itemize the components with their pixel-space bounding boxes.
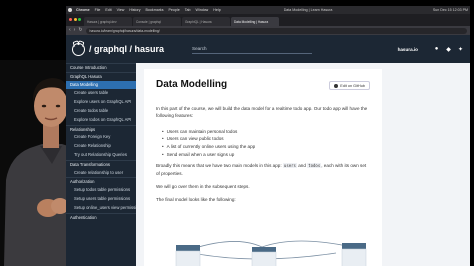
features-list: Users can maintain personal todos Users … bbox=[162, 128, 370, 158]
sidebar-item-try-relationship-queries[interactable]: Try out Relationship Queries bbox=[66, 151, 136, 160]
reload-icon[interactable]: ↻ bbox=[78, 28, 82, 33]
sidebar-item-online-users-permissions[interactable]: Setup online_users view permissions bbox=[66, 204, 136, 213]
sidebar-item-authentication[interactable]: Authentication bbox=[66, 212, 136, 222]
edit-on-github-label: Edit on GitHub bbox=[340, 83, 365, 88]
models-paragraph: Broadly this means that we have two main… bbox=[156, 162, 370, 177]
main-content: Data Modelling Edit on GitHub In this pa… bbox=[136, 63, 470, 266]
models-text-and: and bbox=[298, 163, 306, 169]
sidebar-item-create-users-table[interactable]: Create users table bbox=[66, 89, 136, 98]
apple-icon[interactable] bbox=[68, 8, 72, 12]
menu-view[interactable]: View bbox=[117, 8, 125, 12]
github-icon[interactable]: ● bbox=[433, 46, 440, 53]
forward-icon[interactable]: › bbox=[74, 28, 76, 33]
list-item: Send email when a user signs up bbox=[162, 151, 370, 159]
sidebar-item-create-todos-table[interactable]: Create todos table bbox=[66, 107, 136, 116]
sidebar-item-explore-todos[interactable]: Explore todos on GraphQL API bbox=[66, 116, 136, 125]
discord-icon[interactable]: ◆ bbox=[445, 46, 452, 53]
menu-app[interactable]: Chrome bbox=[76, 8, 90, 12]
menu-history[interactable]: History bbox=[129, 8, 140, 12]
sidebar-item-users-permissions[interactable]: Setup users table permissions bbox=[66, 195, 136, 204]
data-model-diagram bbox=[175, 240, 367, 266]
browser-tab[interactable]: Console | graphql bbox=[133, 17, 181, 26]
header-actions: hasura.io ● ◆ ✦ bbox=[398, 46, 464, 53]
window-title: Data Modelling | Learn Hasura bbox=[283, 8, 333, 12]
menu-file[interactable]: File bbox=[95, 8, 101, 12]
close-window-icon[interactable] bbox=[69, 18, 72, 21]
window-controls bbox=[69, 18, 83, 21]
sidebar-item-relationships[interactable]: Relationships bbox=[66, 124, 136, 134]
diagram-node-online-users bbox=[252, 247, 276, 252]
twitter-icon[interactable]: ✦ bbox=[457, 46, 464, 53]
site-brand[interactable]: / graphql / hasura bbox=[89, 44, 164, 54]
hasura-link[interactable]: hasura.io bbox=[398, 47, 418, 52]
diagram-node-todos bbox=[342, 243, 366, 249]
sidebar-item-data-transformations[interactable]: Data Transformations bbox=[66, 159, 136, 169]
models-text-pre: Broadly this means that we have two main… bbox=[156, 163, 282, 169]
github-icon bbox=[334, 83, 339, 88]
back-icon[interactable]: ‹ bbox=[69, 28, 71, 33]
sidebar-item-create-relationship[interactable]: Create Relationship bbox=[66, 142, 136, 151]
site-header: / graphql / hasura Search hasura.io ● ◆ … bbox=[66, 35, 470, 63]
steps-paragraph: We will go over them in the subsequent s… bbox=[156, 184, 250, 189]
sidebar-item-data-modelling[interactable]: Data Modelling bbox=[66, 80, 136, 90]
system-menu-bar: Chrome File Edit View History Bookmarks … bbox=[66, 6, 470, 14]
screen: Chrome File Edit View History Bookmarks … bbox=[0, 0, 474, 266]
sidebar-item-authorization[interactable]: Authorization bbox=[66, 177, 136, 186]
list-item: A list of currently online users using t… bbox=[162, 143, 370, 151]
list-item: Users can view public todos bbox=[162, 135, 370, 143]
menu-window[interactable]: Window bbox=[196, 8, 209, 12]
menu-clock: Sun Dec 15 12:03 PM bbox=[432, 8, 468, 12]
menu-edit[interactable]: Edit bbox=[105, 8, 111, 12]
minimize-window-icon[interactable] bbox=[73, 18, 77, 21]
hasura-logo-icon[interactable] bbox=[72, 42, 85, 56]
sidebar-item-create-foreign-key[interactable]: Create Foreign Key bbox=[66, 133, 136, 142]
sidebar-item-graphql-hasura[interactable]: GraphQL Hasura bbox=[66, 71, 136, 81]
menu-help[interactable]: Help bbox=[213, 8, 220, 12]
browser-tab[interactable]: Hasura | graphql.dev bbox=[84, 17, 132, 26]
code-todos: todos bbox=[307, 163, 322, 169]
menu-people[interactable]: People bbox=[169, 8, 180, 12]
course-sidebar: Course Introduction GraphQL Hasura Data … bbox=[66, 63, 136, 266]
edit-on-github-button[interactable]: Edit on GitHub bbox=[329, 81, 370, 90]
final-paragraph: The final model looks like the following… bbox=[156, 197, 236, 203]
menu-bookmarks[interactable]: Bookmarks bbox=[146, 8, 164, 12]
browser-tab[interactable]: GraphiQL | Hasura bbox=[182, 17, 230, 26]
list-item: Users can maintain personal todos bbox=[162, 128, 370, 136]
browser-tab-strip: Hasura | graphql.dev Console | graphql G… bbox=[66, 14, 470, 26]
browser-toolbar: ‹ › ↻ hasura.io/learn/graphql/hasura/dat… bbox=[66, 26, 470, 35]
sidebar-item-create-relationship-to-user[interactable]: Create relationship to user bbox=[66, 169, 136, 178]
article: Data Modelling Edit on GitHub In this pa… bbox=[144, 69, 382, 266]
browser-tab-active[interactable]: Data Modelling | Hasura bbox=[231, 17, 279, 26]
sidebar-item-explore-users[interactable]: Explore users on GraphQL API bbox=[66, 98, 136, 107]
sidebar-item-course-introduction[interactable]: Course Introduction bbox=[66, 63, 136, 72]
sidebar-item-todos-permissions[interactable]: Setup todos table permissions bbox=[66, 186, 136, 195]
search-input[interactable]: Search bbox=[192, 44, 313, 54]
diagram-node-users bbox=[176, 245, 200, 251]
address-bar[interactable]: hasura.io/learn/graphql/hasura/data-mode… bbox=[85, 27, 467, 34]
menu-tab[interactable]: Tab bbox=[185, 8, 191, 12]
intro-paragraph: In this part of the course, we will buil… bbox=[156, 106, 368, 119]
code-users: users bbox=[282, 163, 297, 169]
zoom-window-icon[interactable] bbox=[78, 18, 81, 21]
